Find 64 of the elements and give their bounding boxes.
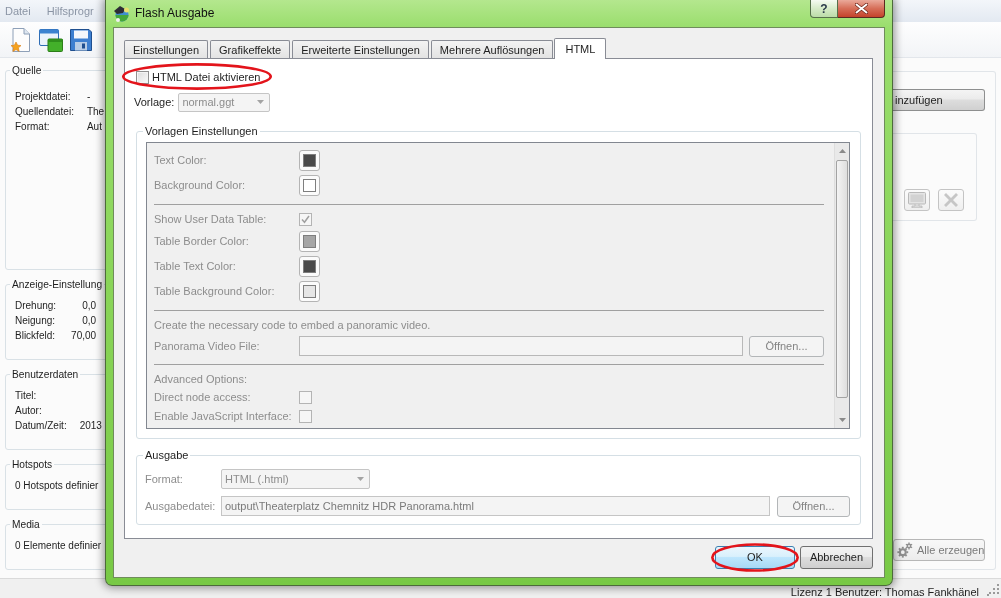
- setting-label: Enable JavaScript Interface:: [154, 409, 293, 424]
- globe-icon: [114, 5, 130, 22]
- field-value: 0,0: [82, 300, 97, 311]
- group-title: Ausgabe: [143, 448, 191, 462]
- field-label: Projektdatei:: [15, 91, 71, 102]
- group-title: Vorlagen Einstellungen: [143, 124, 260, 138]
- setting-label: Background Color:: [154, 178, 247, 193]
- summary-text: 0 Hotspots definier: [15, 479, 99, 493]
- new-file-icon[interactable]: [10, 27, 32, 52]
- field-label: Datum/Zeit:: [15, 420, 67, 431]
- checkbox-label: HTML Datei aktivieren: [152, 70, 261, 85]
- field-label: Vorlage:: [134, 94, 175, 110]
- cancel-button[interactable]: Abbrechen: [800, 546, 873, 569]
- field-label: Blickfeld:: [15, 330, 55, 341]
- license-text: Lizenz 1 Benutzer: Thomas Fankhänel: [790, 586, 979, 598]
- setting-text: Create the necessary code to embed a panoramic video.: [154, 317, 431, 333]
- summary-text: 0 Elemente definier: [15, 539, 102, 553]
- group-title: Quelle: [10, 64, 44, 77]
- delete-icon: [944, 193, 958, 207]
- button-label: Alle erzeugen: [917, 542, 985, 558]
- window-title: Flash Ausgabe: [135, 5, 215, 22]
- gears-icon: [897, 542, 913, 558]
- field-label: Autor:: [15, 405, 42, 416]
- field-value: Aut: [86, 121, 102, 132]
- close-icon: [854, 3, 868, 14]
- caret-icon: [357, 477, 364, 481]
- field-label: Ausgabedatei:: [145, 498, 217, 514]
- tab[interactable]: Grafikeffekte: [210, 40, 291, 58]
- field-label: Titel:: [15, 390, 37, 401]
- tab[interactable]: HTML: [554, 38, 607, 59]
- caret-icon: [257, 100, 265, 104]
- field-label: Format:: [145, 471, 184, 487]
- setting-label: Direct node access:: [154, 390, 252, 405]
- field-label: Format:: [15, 121, 50, 132]
- group-title: Anzeige-Einstellung: [10, 278, 105, 291]
- setting-label: Table Background Color:: [154, 284, 276, 299]
- field-value: The: [86, 106, 105, 117]
- field-value: -: [86, 91, 91, 102]
- field-label: Quellendatei:: [15, 106, 74, 117]
- setting-label: Text Color:: [154, 153, 208, 168]
- group-title: Media: [10, 518, 42, 531]
- close-button[interactable]: [838, 0, 885, 18]
- setting-label: Table Text Color:: [154, 259, 237, 274]
- help-button[interactable]: ?: [810, 0, 838, 18]
- monitor-icon: [908, 192, 926, 208]
- field-label: Drehung:: [15, 300, 57, 311]
- tab[interactable]: Erweiterte Einstellungen: [292, 40, 429, 58]
- setting-text: Advanced Options:: [154, 371, 247, 387]
- tab[interactable]: Mehrere Auflösungen: [430, 40, 554, 58]
- resize-grip-icon[interactable]: [987, 584, 999, 596]
- add-button[interactable]: inzufügen: [893, 89, 986, 111]
- group-title: Benutzerdaten: [10, 368, 81, 381]
- field-value: 2013: [79, 420, 102, 431]
- setting-label: Show User Data Table:: [154, 212, 268, 227]
- group-title: Hotspots: [10, 458, 55, 471]
- field-value: 70,00: [71, 330, 97, 341]
- field-label: Neigung:: [15, 315, 56, 326]
- tab[interactable]: Einstellungen: [124, 40, 209, 58]
- checkbox[interactable]: [136, 71, 149, 84]
- window-icon[interactable]: [39, 27, 63, 52]
- save-icon[interactable]: [70, 28, 92, 51]
- field-value: 0,0: [82, 315, 97, 326]
- setting-label: Panorama Video File:: [154, 338, 261, 354]
- setting-label: Table Border Color:: [154, 234, 250, 249]
